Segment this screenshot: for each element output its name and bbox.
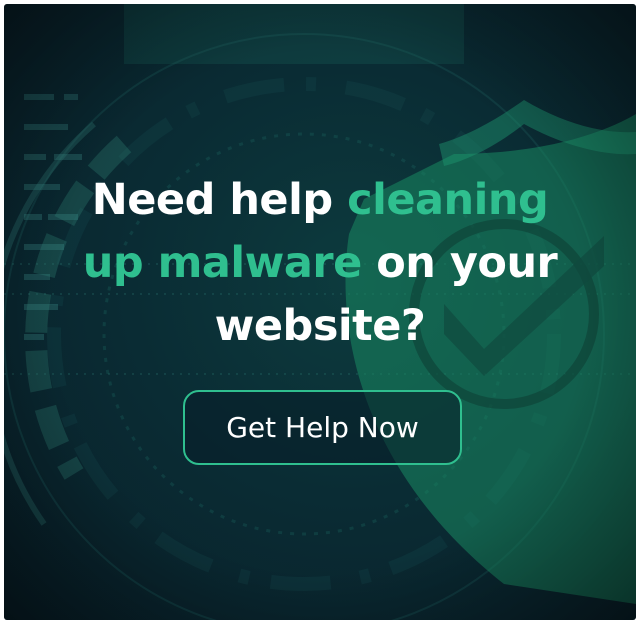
- headline-highlight: cleaning: [347, 175, 549, 225]
- headline: Need help cleaning up malware on your we…: [4, 169, 636, 358]
- malware-help-banner: Need help cleaning up malware on your we…: [4, 4, 636, 620]
- headline-line-3: website?: [4, 295, 636, 358]
- get-help-now-label: Get Help Now: [226, 411, 419, 444]
- headline-highlight: up malware: [82, 238, 363, 288]
- headline-line-2: up malware on your: [4, 232, 636, 295]
- headline-line-1: Need help cleaning: [4, 169, 636, 232]
- headline-text: website?: [214, 301, 426, 351]
- headline-text: Need help: [91, 175, 348, 225]
- get-help-now-button[interactable]: Get Help Now: [183, 390, 462, 465]
- headline-text: on your: [361, 238, 558, 288]
